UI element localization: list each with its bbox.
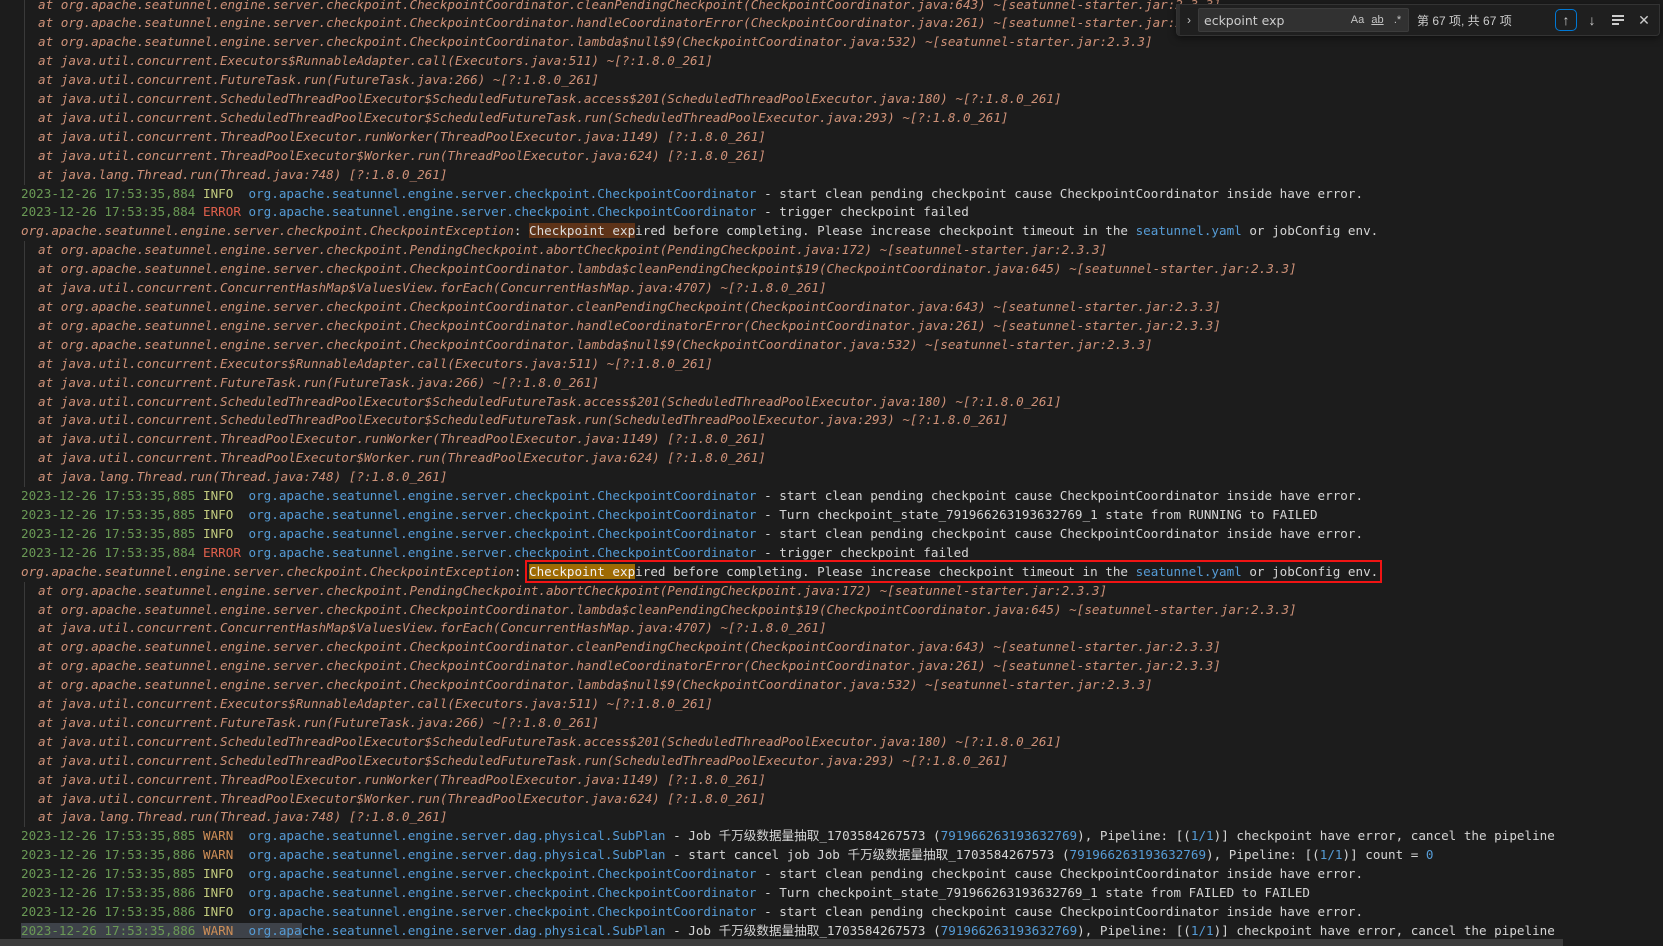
stack-trace-line[interactable]: at java.util.concurrent.ThreadPoolExecut… — [0, 790, 1555, 809]
stack-trace-line[interactable]: at java.util.concurrent.ScheduledThreadP… — [0, 109, 1555, 128]
log-line[interactable]: 2023-12-26 17:53:35,886 INFO org.apache.… — [0, 903, 1555, 922]
find-widget-sash[interactable] — [1177, 5, 1180, 35]
stack-trace-line[interactable]: at java.util.concurrent.Executors$Runnab… — [0, 695, 1555, 714]
find-widget: › eckpoint exp Aa ab .* 第 67 项, 共 67 项 ↑… — [1176, 4, 1660, 36]
selection-lines-icon — [1612, 13, 1624, 28]
next-match-button[interactable]: ↓ — [1581, 9, 1603, 31]
stack-trace-line[interactable]: at java.util.concurrent.ScheduledThreadP… — [0, 411, 1555, 430]
stack-trace-line[interactable]: at java.util.concurrent.ThreadPoolExecut… — [0, 449, 1555, 468]
stack-trace-line[interactable]: at java.util.concurrent.ThreadPoolExecut… — [0, 147, 1555, 166]
regex-icon[interactable]: .* — [1388, 11, 1407, 30]
stack-trace-line[interactable]: at java.util.concurrent.Executors$Runnab… — [0, 52, 1555, 71]
current-match-red-box: Checkpoint expired before completing. Pl… — [529, 564, 1378, 579]
log-line[interactable]: 2023-12-26 17:53:35,885 INFO org.apache.… — [0, 506, 1555, 525]
stack-trace-line[interactable]: at org.apache.seatunnel.engine.server.ch… — [0, 657, 1555, 676]
exception-line[interactable]: org.apache.seatunnel.engine.server.check… — [0, 222, 1555, 241]
horizontal-scrollbar-slider[interactable] — [0, 939, 1563, 946]
log-line[interactable]: 2023-12-26 17:53:35,885 INFO org.apache.… — [0, 865, 1555, 884]
stack-trace-line[interactable]: at java.util.concurrent.ConcurrentHashMa… — [0, 619, 1555, 638]
editor: at org.apache.seatunnel.engine.server.ch… — [0, 0, 1663, 946]
find-input[interactable]: eckpoint exp Aa ab .* — [1198, 8, 1409, 32]
whole-word-label: ab — [1371, 14, 1383, 26]
stack-trace-line[interactable]: at org.apache.seatunnel.engine.server.ch… — [0, 33, 1555, 52]
stack-trace-line[interactable]: at java.util.concurrent.FutureTask.run(F… — [0, 71, 1555, 90]
find-query-text: eckpoint exp — [1204, 13, 1348, 28]
stack-trace-line[interactable]: at java.util.concurrent.ThreadPoolExecut… — [0, 128, 1555, 147]
stack-trace-line[interactable]: at java.util.concurrent.ScheduledThreadP… — [0, 90, 1555, 109]
exception-line[interactable]: org.apache.seatunnel.engine.server.check… — [0, 563, 1555, 582]
log-content[interactable]: at org.apache.seatunnel.engine.server.ch… — [0, 0, 1555, 941]
stack-trace-line[interactable]: at java.util.concurrent.FutureTask.run(F… — [0, 714, 1555, 733]
stack-trace-line[interactable]: at java.lang.Thread.run(Thread.java:748)… — [0, 166, 1555, 185]
find-results-count: 第 67 项, 共 67 项 — [1417, 12, 1512, 29]
exception-message: Checkpoint expired before completing. Pl… — [529, 223, 1378, 238]
stack-trace-line[interactable]: at java.util.concurrent.ScheduledThreadP… — [0, 393, 1555, 412]
stack-trace-line[interactable]: at java.lang.Thread.run(Thread.java:748)… — [0, 468, 1555, 487]
toggle-replace-chevron-icon[interactable]: › — [1181, 9, 1197, 31]
stack-trace-line[interactable]: at org.apache.seatunnel.engine.server.ch… — [0, 336, 1555, 355]
match-case-icon[interactable]: Aa — [1348, 11, 1367, 30]
stack-trace-line[interactable]: at java.util.concurrent.ScheduledThreadP… — [0, 733, 1555, 752]
stack-trace-line[interactable]: at java.util.concurrent.FutureTask.run(F… — [0, 374, 1555, 393]
log-line[interactable]: 2023-12-26 17:53:35,885 INFO org.apache.… — [0, 487, 1555, 506]
log-line[interactable]: 2023-12-26 17:53:35,884 ERROR org.apache… — [0, 203, 1555, 222]
log-line[interactable]: 2023-12-26 17:53:35,885 INFO org.apache.… — [0, 525, 1555, 544]
stack-trace-line[interactable]: at org.apache.seatunnel.engine.server.ch… — [0, 241, 1555, 260]
log-line[interactable]: 2023-12-26 17:53:35,884 ERROR org.apache… — [0, 544, 1555, 563]
previous-match-button[interactable]: ↑ — [1555, 9, 1577, 31]
log-line[interactable]: 2023-12-26 17:53:35,886 WARN org.apache.… — [0, 922, 1555, 941]
stack-trace-line[interactable]: at org.apache.seatunnel.engine.server.ch… — [0, 638, 1555, 657]
stack-trace-line[interactable]: at java.util.concurrent.ThreadPoolExecut… — [0, 430, 1555, 449]
stack-trace-line[interactable]: at java.lang.Thread.run(Thread.java:748)… — [0, 808, 1555, 827]
stack-trace-line[interactable]: at java.util.concurrent.ThreadPoolExecut… — [0, 771, 1555, 790]
log-line[interactable]: 2023-12-26 17:53:35,884 INFO org.apache.… — [0, 185, 1555, 204]
log-line[interactable]: 2023-12-26 17:53:35,885 WARN org.apache.… — [0, 827, 1555, 846]
stack-trace-line[interactable]: at java.util.concurrent.ScheduledThreadP… — [0, 752, 1555, 771]
stack-trace-line[interactable]: at org.apache.seatunnel.engine.server.ch… — [0, 260, 1555, 279]
horizontal-scrollbar[interactable] — [0, 939, 1663, 946]
log-line[interactable]: 2023-12-26 17:53:35,886 WARN org.apache.… — [0, 846, 1555, 865]
log-line[interactable]: 2023-12-26 17:53:35,886 INFO org.apache.… — [0, 884, 1555, 903]
stack-trace-line[interactable]: at java.util.concurrent.ConcurrentHashMa… — [0, 279, 1555, 298]
stack-trace-line[interactable]: at org.apache.seatunnel.engine.server.ch… — [0, 601, 1555, 620]
stack-trace-line[interactable]: at org.apache.seatunnel.engine.server.ch… — [0, 676, 1555, 695]
stack-trace-line[interactable]: at java.util.concurrent.Executors$Runnab… — [0, 355, 1555, 374]
find-in-selection-icon[interactable] — [1607, 9, 1629, 31]
stack-trace-line[interactable]: at org.apache.seatunnel.engine.server.ch… — [0, 317, 1555, 336]
close-find-widget-button[interactable]: ✕ — [1633, 9, 1655, 31]
stack-trace-line[interactable]: at org.apache.seatunnel.engine.server.ch… — [0, 582, 1555, 601]
whole-word-icon[interactable]: ab — [1368, 11, 1387, 30]
stack-trace-line[interactable]: at org.apache.seatunnel.engine.server.ch… — [0, 298, 1555, 317]
